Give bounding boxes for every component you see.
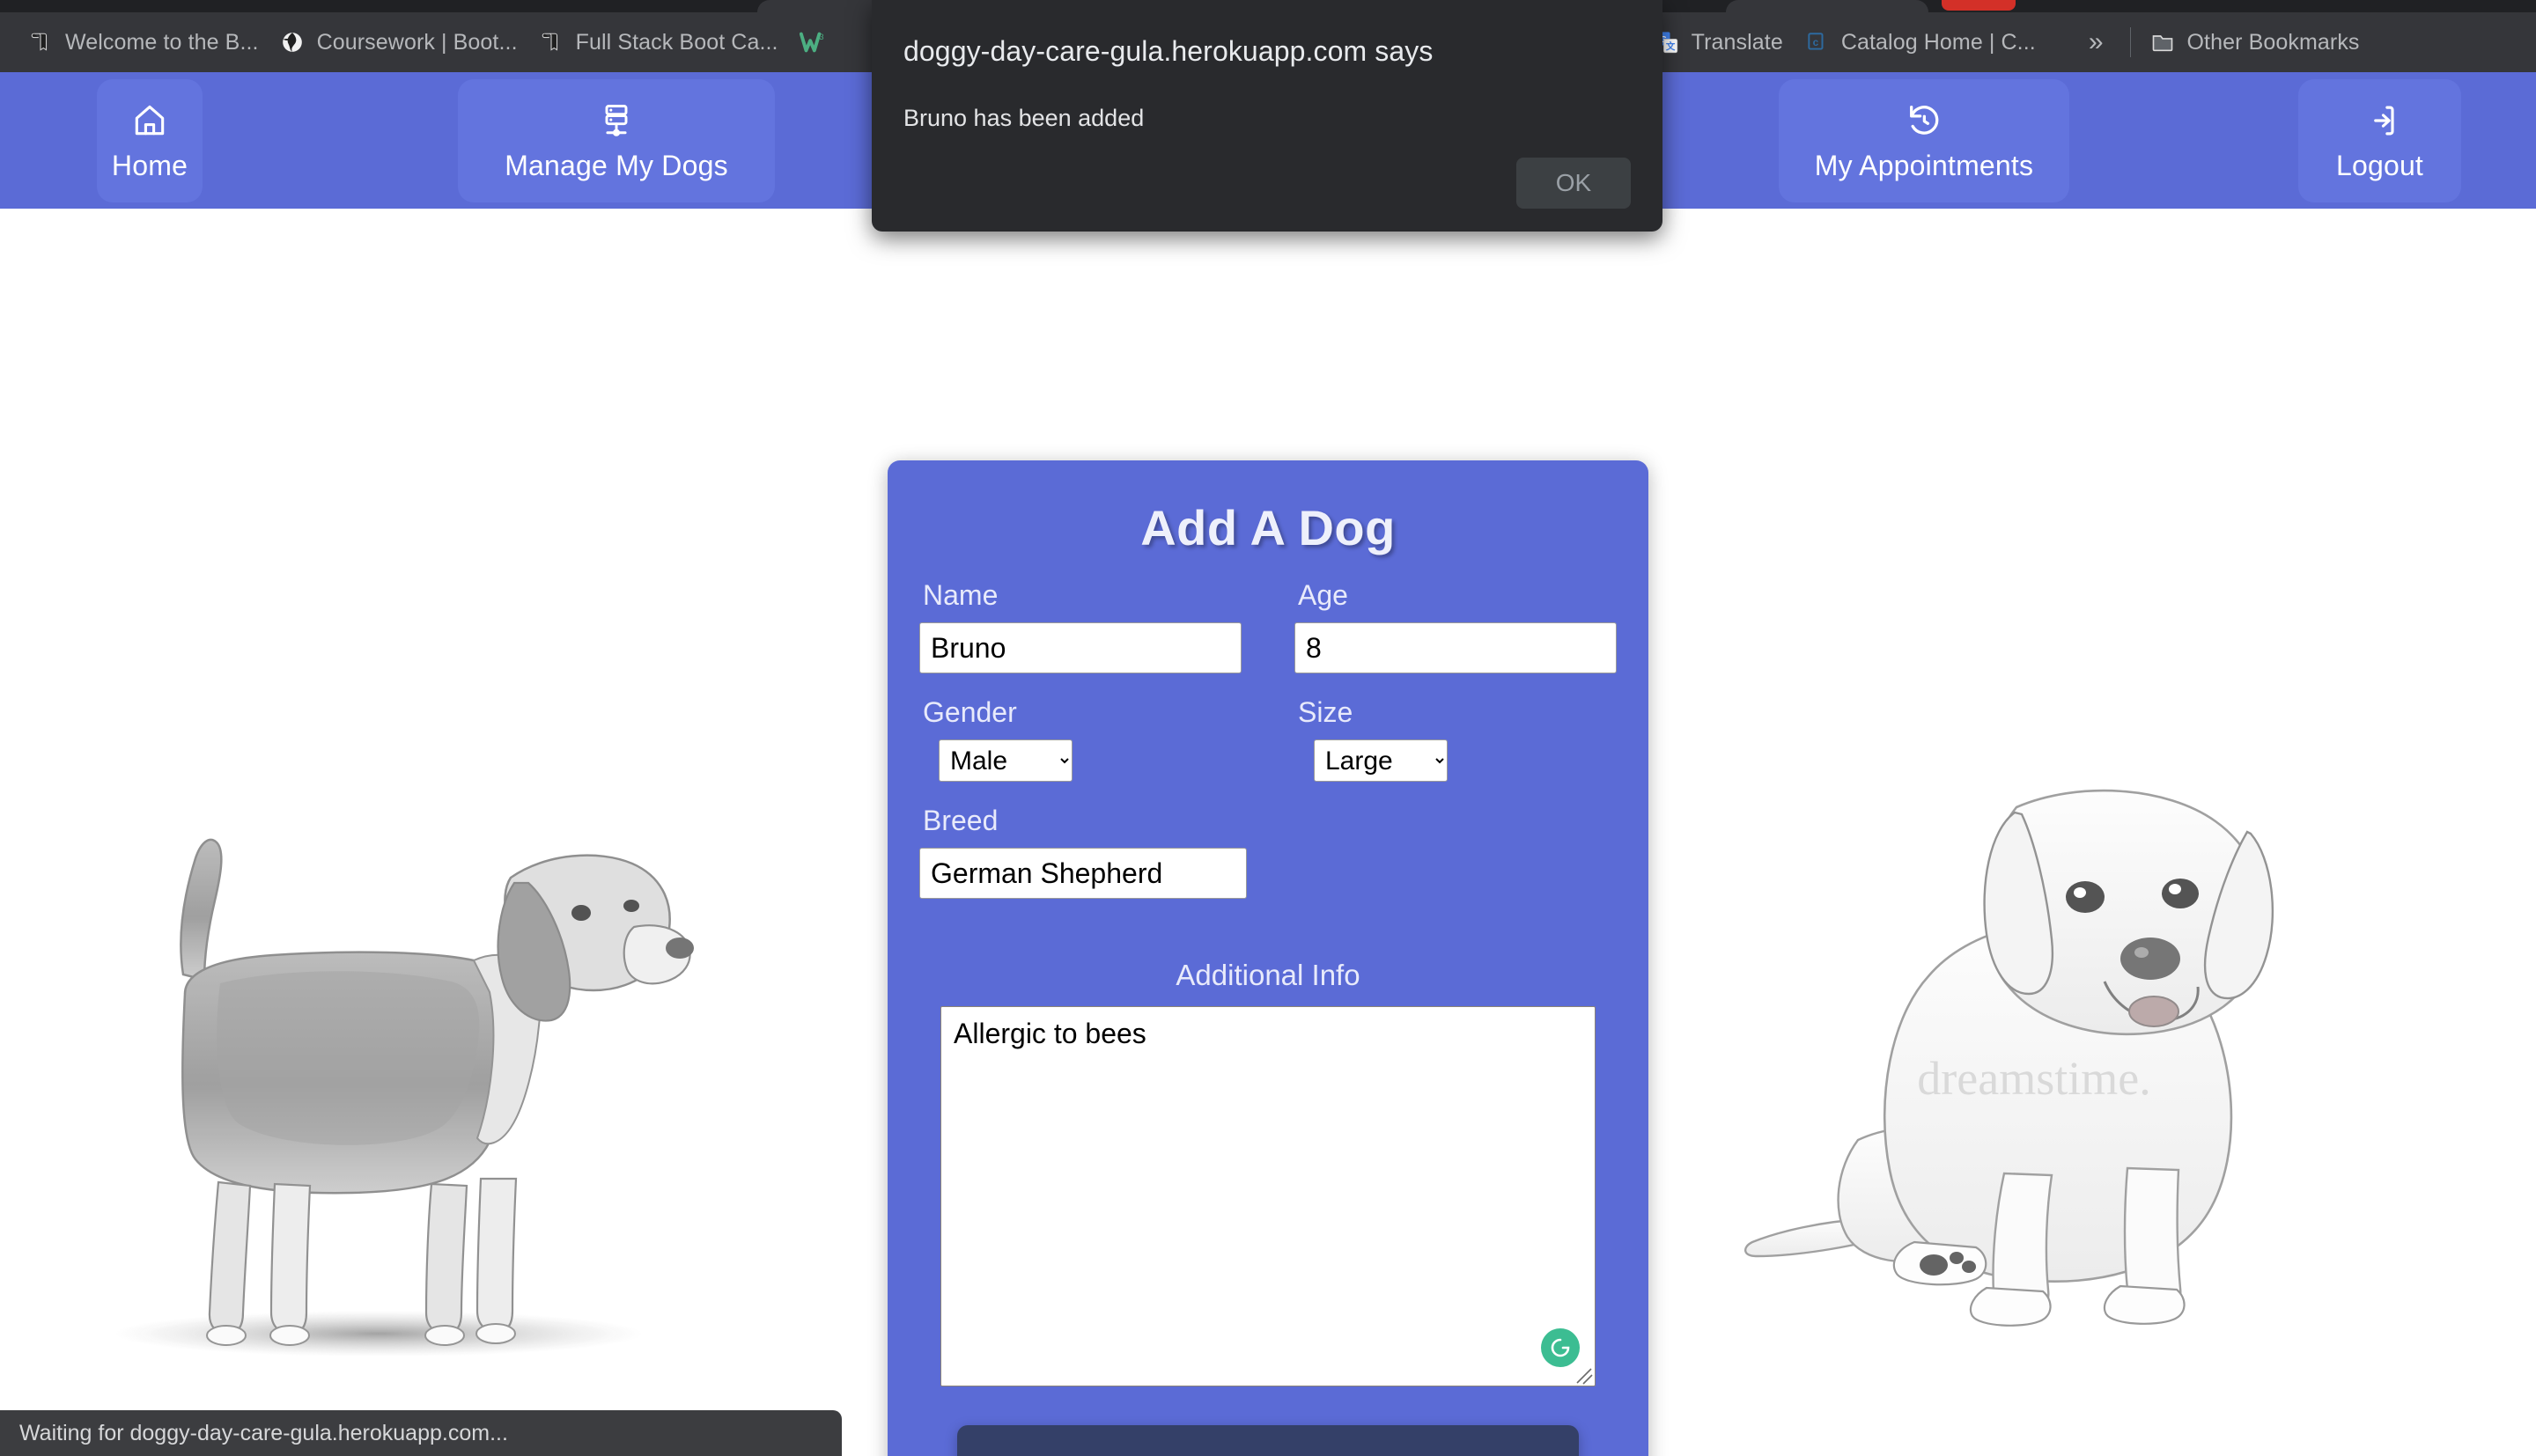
- breed-label: Breed: [923, 805, 999, 836]
- svg-text:3: 3: [819, 33, 823, 41]
- age-input[interactable]: [1294, 622, 1617, 673]
- other-bookmarks-label: Other Bookmarks: [2186, 29, 2360, 55]
- additional-info-group: Additional Info: [919, 959, 1617, 1386]
- nav-label-home: Home: [111, 149, 188, 181]
- w3schools-icon: 3: [799, 30, 824, 55]
- folder-icon: [2150, 30, 2175, 55]
- name-age-row: Name Age: [919, 579, 1617, 673]
- other-bookmarks-button[interactable]: Other Bookmarks: [2140, 25, 2370, 61]
- dialog-actions: OK: [1516, 158, 1631, 209]
- canvas-icon: c: [1804, 30, 1829, 55]
- size-select[interactable]: SmallMediumLarge: [1314, 739, 1448, 782]
- add-dog-form-card: Add A Dog Name Age Gender MaleFemale Siz…: [888, 460, 1648, 1456]
- bookmark-label: Coursework | Boot...: [316, 29, 518, 55]
- gender-label: Gender: [923, 696, 1017, 728]
- svg-text:文: 文: [1664, 40, 1675, 52]
- name-field-group: Name: [919, 579, 1242, 673]
- nav-item-manage-my-dogs[interactable]: Manage My Dogs: [458, 79, 775, 202]
- nav-label-my-appointments: My Appointments: [1814, 149, 2034, 181]
- dialog-ok-button[interactable]: OK: [1516, 158, 1631, 209]
- database-icon: [596, 100, 637, 141]
- nav-item-logout[interactable]: Logout: [2298, 79, 2461, 202]
- globe-icon: [280, 30, 305, 55]
- name-input[interactable]: [919, 622, 1242, 673]
- bookmarks-overflow-button[interactable]: »: [2071, 27, 2121, 57]
- book-icon: [539, 30, 564, 55]
- recording-indicator[interactable]: [1942, 0, 2016, 11]
- javascript-alert-dialog: doggy-day-care-gula.herokuapp.com says B…: [872, 0, 1662, 232]
- logout-arrow-icon: [2360, 100, 2400, 141]
- page-title: Add A Dog: [1140, 500, 1396, 555]
- bookmark-label: Full Stack Boot Ca...: [575, 29, 778, 55]
- size-field-group: Size SmallMediumLarge: [1294, 696, 1617, 782]
- bookmark-item[interactable]: Welcome to the B...: [18, 25, 269, 61]
- nav-label-manage-my-dogs: Manage My Dogs: [505, 149, 728, 181]
- bookmarks-divider: [2129, 27, 2131, 57]
- dialog-message: Bruno has been added: [903, 105, 1145, 131]
- page-content: dreamstime. Add A Dog Name Age Gender Ma…: [0, 209, 2536, 1456]
- bookmark-item[interactable]: G 文 Translate: [1644, 25, 1794, 61]
- home-icon: [129, 100, 170, 141]
- browser-window: dreamstime. Add A Dog Name Age Gender Ma…: [0, 0, 2536, 1456]
- age-field-group: Age: [1294, 579, 1617, 673]
- dog-illustration-right: dreamstime.: [1726, 772, 2342, 1335]
- gender-size-row: Gender MaleFemale Size SmallMediumLarge: [919, 696, 1617, 782]
- bookmark-item[interactable]: Coursework | Boot...: [269, 25, 528, 61]
- additional-info-label: Additional Info: [1176, 959, 1360, 991]
- size-label: Size: [1298, 696, 1353, 728]
- nav-item-my-appointments[interactable]: My Appointments: [1779, 79, 2069, 202]
- dog-illustration-left: [53, 772, 704, 1388]
- add-dog-button[interactable]: Add Dog: [957, 1425, 1579, 1456]
- bookmark-item[interactable]: c Catalog Home | C...: [1794, 25, 2046, 61]
- browser-status-bubble: Waiting for doggy-day-care-gula.herokuap…: [0, 1410, 842, 1456]
- nav-item-home[interactable]: Home: [97, 79, 203, 202]
- grammarly-icon[interactable]: [1541, 1328, 1580, 1367]
- age-label: Age: [1298, 579, 1348, 611]
- gender-field-group: Gender MaleFemale: [919, 696, 1242, 782]
- breed-field-group: Breed: [919, 805, 1247, 899]
- additional-info-textarea[interactable]: [940, 1006, 1596, 1386]
- bookmark-item[interactable]: Full Stack Boot Ca...: [528, 25, 789, 61]
- breed-row: Breed: [919, 805, 1617, 899]
- gender-select[interactable]: MaleFemale: [939, 739, 1073, 782]
- breed-input[interactable]: [919, 848, 1247, 899]
- artwork-watermark: dreamstime.: [1917, 1052, 2150, 1105]
- book-icon: [28, 30, 53, 55]
- nav-label-logout: Logout: [2335, 149, 2424, 181]
- bookmark-item[interactable]: 3: [789, 25, 847, 60]
- name-label: Name: [923, 579, 999, 611]
- bookmark-label: Welcome to the B...: [65, 29, 259, 55]
- additional-info-holder: [940, 1006, 1596, 1386]
- history-clock-icon: [1904, 100, 1944, 141]
- status-text: Waiting for doggy-day-care-gula.herokuap…: [19, 1420, 508, 1445]
- dialog-title: doggy-day-care-gula.herokuapp.com says: [903, 35, 1434, 67]
- svg-text:c: c: [1812, 36, 1818, 48]
- bookmark-label: Translate: [1691, 29, 1783, 55]
- bookmark-label: Catalog Home | C...: [1840, 29, 2036, 55]
